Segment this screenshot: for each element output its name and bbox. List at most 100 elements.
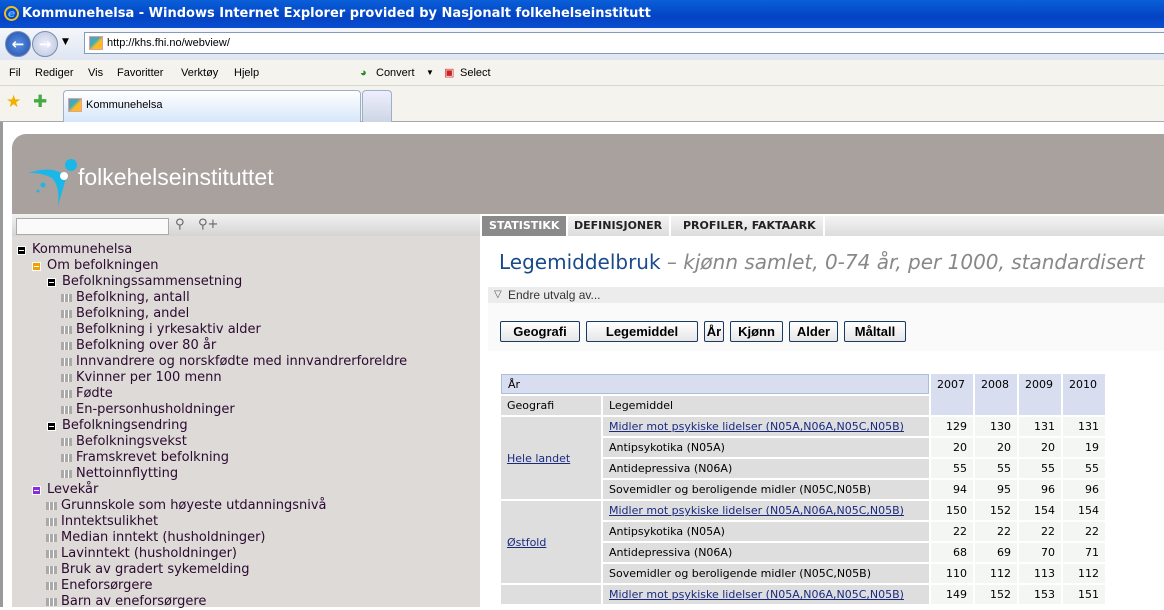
year-column-header[interactable]: 2007 — [931, 374, 973, 415]
kjonn-button[interactable]: Kjønn — [730, 321, 783, 342]
address-bar[interactable]: http://khs.fhi.no/webview/ — [84, 32, 1164, 54]
convert-dropdown-icon[interactable]: ▼ — [426, 60, 434, 86]
table-icon — [61, 390, 72, 398]
history-dropdown-icon[interactable]: ▼ — [62, 37, 69, 47]
tree-item[interactable]: Befolkning i yrkesaktiv alder — [61, 322, 261, 338]
table-icon — [61, 310, 72, 318]
year-column-header[interactable]: 2010 — [1063, 374, 1105, 415]
collapse-icon[interactable] — [17, 246, 26, 255]
tree-item[interactable]: Om befolkningen — [32, 258, 159, 274]
tree-item[interactable]: Befolkning, antall — [61, 290, 190, 306]
add-favorite-icon[interactable]: ✚ — [33, 92, 47, 112]
tree-item[interactable]: En-personhusholdninger — [61, 402, 235, 418]
tree-item-label: Befolkning, antall — [76, 290, 190, 305]
tree-item[interactable]: Lavinntekt (husholdninger) — [46, 546, 237, 562]
legemiddel-link[interactable]: Midler mot psykiske lidelser (N05A,N06A,… — [609, 420, 904, 433]
title-subtitle: – kjønn samlet, 0-74 år, per 1000, stand… — [666, 250, 1145, 274]
collapse-icon[interactable] — [32, 262, 41, 271]
tree-item[interactable]: Kommunehelsa — [17, 242, 132, 258]
tree-item[interactable]: Befolkningsendring — [47, 418, 188, 434]
convert-button[interactable]: Convert — [376, 60, 415, 86]
tree-item[interactable]: Inntektsulikhet — [46, 514, 158, 530]
geografi-header: Geografi — [501, 396, 601, 415]
tree-item[interactable]: Barn av eneforsørgere — [46, 594, 206, 610]
tree-item[interactable]: Eneforsørgere — [46, 578, 152, 594]
menu-vis[interactable]: Vis — [88, 60, 103, 86]
ar-button[interactable]: År — [704, 321, 724, 342]
tab-statistikk[interactable]: STATISTIKK — [482, 216, 569, 236]
geo-link[interactable]: Østfold — [507, 536, 546, 549]
forward-button[interactable]: → — [32, 31, 58, 57]
menu-favoritter[interactable]: Favoritter — [117, 60, 163, 86]
search-bar: ⚲ ⚲+ — [12, 214, 480, 236]
menu-verktoy[interactable]: Verktøy — [181, 60, 218, 86]
tree-item[interactable]: Befolkningssammensetning — [47, 274, 242, 290]
collapse-icon[interactable] — [47, 278, 56, 287]
tree-item[interactable]: Befolkning over 80 år — [61, 338, 216, 354]
legemiddel-link[interactable]: Midler mot psykiske lidelser (N05A,N06A,… — [609, 588, 904, 601]
year-column-header[interactable]: 2008 — [975, 374, 1017, 415]
menu-fil[interactable]: Fil — [9, 60, 21, 86]
tree-item[interactable]: Framskrevet befolkning — [61, 450, 229, 466]
select-button[interactable]: Select — [460, 60, 491, 86]
tree-item[interactable]: Grunnskole som høyeste utdanningsnivå — [46, 498, 327, 514]
tree-item-label: Grunnskole som høyeste utdanningsnivå — [61, 498, 327, 513]
legemiddel-cell: Midler mot psykiske lidelser (N05A,N06A,… — [603, 585, 929, 604]
table-icon — [61, 454, 72, 462]
tab-definisjoner[interactable]: DEFINISJONER — [567, 216, 672, 236]
value-cell: 154 — [1019, 501, 1061, 520]
favorites-star-icon[interactable]: ★ — [6, 92, 21, 112]
tab-kommunehelsa[interactable]: Kommunehelsa — [63, 90, 361, 122]
tree-item[interactable]: Innvandrere og norskfødte med innvandrer… — [61, 354, 407, 370]
legemiddel-cell: Midler mot psykiske lidelser (N05A,N06A,… — [603, 501, 929, 520]
table-icon — [61, 374, 72, 382]
table-icon — [61, 342, 72, 350]
tree-item-label: Om befolkningen — [47, 258, 159, 273]
value-cell: 129 — [931, 417, 973, 436]
tree-item-label: Nettoinnflytting — [76, 466, 179, 481]
value-cell: 19 — [1063, 438, 1105, 457]
menu-hjelp[interactable]: Hjelp — [234, 60, 259, 86]
geo-link[interactable]: Hele landet — [507, 452, 570, 465]
legemiddel-button[interactable]: Legemiddel — [586, 321, 698, 342]
tree-item-label: Lavinntekt (husholdninger) — [61, 546, 237, 561]
value-cell: 20 — [931, 438, 973, 457]
tree-item-label: Levekår — [47, 482, 99, 497]
tree-item-label: Fødte — [76, 386, 113, 401]
collapse-icon[interactable] — [32, 486, 41, 495]
tree-item[interactable]: Bruk av gradert sykemelding — [46, 562, 250, 578]
window-title: Kommunehelsa - Windows Internet Explorer… — [22, 6, 651, 21]
advanced-search-icon[interactable]: ⚲+ — [198, 217, 218, 232]
table-row: Midler mot psykiske lidelser (N05A,N06A,… — [501, 585, 1105, 604]
tree-item[interactable]: Kvinner per 100 menn — [61, 370, 222, 386]
tree-item[interactable]: Befolkningsvekst — [61, 434, 187, 450]
tree-item[interactable]: Fødte — [61, 386, 113, 402]
tree-item[interactable]: Befolkning, andel — [61, 306, 189, 322]
data-table: År 2007 2008 2009 2010 Geografi Legemiddel Hele… — [499, 372, 1107, 606]
tree-item[interactable]: Levekår — [32, 482, 98, 498]
value-cell: 55 — [975, 459, 1017, 478]
back-button[interactable]: ← — [5, 31, 31, 57]
change-selection-label: Endre utvalg av... — [508, 288, 601, 302]
maltall-button[interactable]: Måltall — [844, 321, 906, 342]
change-selection-toggle[interactable]: ▽ Endre utvalg av... — [488, 287, 1164, 303]
tab-favicon-icon — [68, 98, 82, 112]
geografi-button[interactable]: Geografi — [500, 321, 580, 342]
table-row: Østfold Midler mot psykiske lidelser (N05… — [501, 501, 1105, 583]
legemiddel-link[interactable]: Midler mot psykiske lidelser (N05A,N06A,… — [609, 504, 904, 517]
legemiddel-header: Legemiddel — [603, 396, 929, 415]
collapse-icon[interactable] — [47, 422, 56, 431]
value-cell: 131 — [1063, 417, 1105, 436]
tree-item-label: Befolkningsvekst — [76, 434, 187, 449]
search-input[interactable] — [16, 218, 169, 235]
alder-button[interactable]: Alder — [789, 321, 838, 342]
tree-item[interactable]: Nettoinnflytting — [61, 466, 178, 482]
new-tab-button[interactable] — [362, 90, 392, 122]
year-column-header[interactable]: 2009 — [1019, 374, 1061, 415]
menu-rediger[interactable]: Rediger — [35, 60, 74, 86]
navigation-bar: ← → ▼ http://khs.fhi.no/webview/ — [0, 28, 1164, 60]
tree-item[interactable]: Median inntekt (husholdninger) — [46, 530, 266, 546]
tab-profiler[interactable]: PROFILER, FAKTAARK — [676, 216, 825, 236]
search-icon[interactable]: ⚲ — [175, 217, 185, 232]
ie-logo-icon: e — [4, 6, 19, 21]
